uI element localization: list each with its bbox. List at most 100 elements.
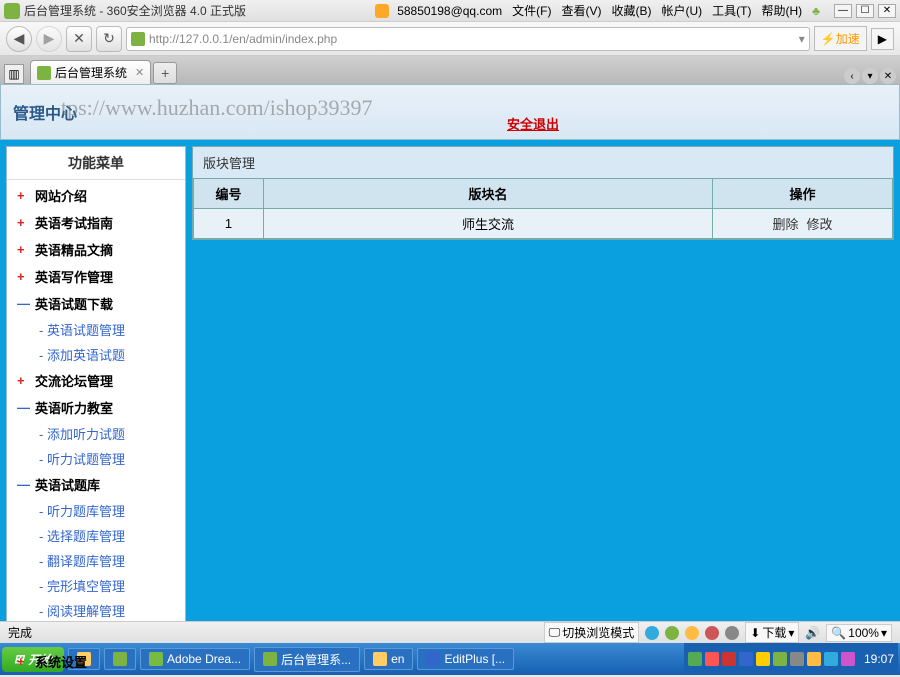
cell-id: 1	[194, 209, 264, 239]
close-button[interactable]: ✕	[878, 4, 896, 18]
sidebar-item[interactable]: + 英语精品文摘	[11, 236, 181, 263]
sidebar-subitem[interactable]: - 完形填空管理	[11, 573, 181, 598]
app-icon	[4, 3, 20, 19]
download-button[interactable]: ⬇ 下载 ▾	[745, 622, 799, 643]
url-input[interactable]	[149, 32, 799, 46]
tray-icon[interactable]	[756, 652, 770, 666]
notify-icon[interactable]: ♣	[808, 2, 824, 20]
menubar: 58850198@qq.com 文件(F) 查看(V) 收藏(B) 帐户(U) …	[375, 0, 896, 21]
menu-favorites[interactable]: 收藏(B)	[607, 0, 655, 21]
popup-icon[interactable]	[685, 626, 699, 640]
sidebar-subitem[interactable]: - 听力题库管理	[11, 498, 181, 523]
edit-link[interactable]: 修改	[807, 217, 833, 232]
chevron-down-icon: ▾	[881, 626, 887, 640]
stop-button[interactable]: ✕	[66, 26, 92, 52]
sidebar-item-label: 英语听力教室	[35, 398, 113, 417]
th-name: 版块名	[264, 179, 713, 209]
data-table: 编号 版块名 操作 1师生交流删除修改	[193, 178, 893, 239]
sidebar-item[interactable]: + 英语考试指南	[11, 209, 181, 236]
task-label: 后台管理系...	[281, 651, 351, 668]
tray-icon[interactable]	[705, 652, 719, 666]
forward-button[interactable]: ▶	[36, 26, 62, 52]
task-label: EditPlus [...	[444, 652, 505, 666]
speed-button[interactable]: ⚡加速	[814, 26, 867, 51]
tray-icon[interactable]	[739, 652, 753, 666]
back-button[interactable]: ◀	[6, 26, 32, 52]
menu-tools[interactable]: 工具(T)	[708, 0, 755, 21]
sidebar-subitem[interactable]: - 英语试题管理	[11, 317, 181, 342]
adblock-icon[interactable]	[705, 626, 719, 640]
sidebar-item[interactable]: —英语试题下载	[11, 290, 181, 317]
delete-link[interactable]: 删除	[772, 217, 798, 232]
task-admin[interactable]: 后台管理系...	[254, 647, 360, 672]
sidebar-item[interactable]: —英语试题库	[11, 471, 181, 498]
sidebar-toggle[interactable]: ▥	[4, 64, 24, 84]
sidebar-subitem[interactable]: - 听力试题管理	[11, 446, 181, 471]
play-button[interactable]: ▶	[871, 28, 894, 50]
collapse-icon: —	[17, 400, 31, 415]
browser-toolbar: ◀ ▶ ✕ ↻ ▾ ⚡加速 ▶	[0, 22, 900, 56]
sidebar-subitem[interactable]: - 阅读理解管理	[11, 598, 181, 623]
menu-file[interactable]: 文件(F)	[508, 0, 555, 21]
clock[interactable]: 19:07	[864, 652, 894, 666]
menu-view[interactable]: 查看(V)	[557, 0, 605, 21]
new-tab-button[interactable]: +	[153, 62, 177, 84]
cell-name: 师生交流	[264, 209, 713, 239]
dropdown-icon[interactable]: ▾	[799, 32, 805, 46]
tray-icon[interactable]	[722, 652, 736, 666]
maximize-button[interactable]: ☐	[856, 4, 874, 18]
sidebar-subitem[interactable]: - 翻译题库管理	[11, 548, 181, 573]
tray-icon[interactable]	[841, 652, 855, 666]
status-text: 完成	[8, 624, 32, 641]
tab-active[interactable]: 后台管理系统 ✕	[30, 60, 151, 84]
sidebar-item[interactable]: +英语写作管理	[11, 263, 181, 290]
engine-icon[interactable]	[645, 626, 659, 640]
tray-icon[interactable]	[773, 652, 787, 666]
sidebar-item-label: 英语试题下载	[35, 294, 113, 313]
expand-icon: +	[17, 242, 31, 257]
zoom-control[interactable]: 🔍 100% ▾	[826, 624, 892, 642]
watermark-text: tps://www.huzhan.com/ishop39397	[61, 95, 372, 121]
tab-title: 后台管理系统	[55, 64, 127, 81]
sidebar-item-label: 英语试题库	[35, 475, 100, 494]
tray-icon[interactable]	[824, 652, 838, 666]
volume-icon[interactable]: 🔊	[805, 626, 820, 640]
expand-icon: +	[17, 188, 31, 203]
shield-icon[interactable]	[665, 626, 679, 640]
sidebar-item[interactable]: — 英语听力教室	[11, 394, 181, 421]
sidebar-item[interactable]: +系统设置	[11, 648, 181, 675]
expand-icon: +	[17, 215, 31, 230]
mode-switch[interactable]: 🖵 切换浏览模式	[544, 622, 640, 643]
sidebar-item-label: 英语精品文摘	[35, 240, 113, 259]
task-folder[interactable]: en	[364, 648, 413, 670]
system-tray: 19:07	[684, 643, 898, 675]
tray-icon[interactable]	[807, 652, 821, 666]
folder-icon	[373, 652, 387, 666]
tab-close-icon[interactable]: ✕	[135, 66, 144, 79]
reload-button[interactable]: ↻	[96, 26, 122, 52]
sidebar-subitem[interactable]: - 添加听力试题	[11, 421, 181, 446]
email-link[interactable]: 58850198@qq.com	[393, 2, 506, 20]
tray-icon[interactable]	[688, 652, 702, 666]
proxy-icon[interactable]	[725, 626, 739, 640]
sidebar-subitem[interactable]: - 选择题库管理	[11, 523, 181, 548]
tray-icon[interactable]	[790, 652, 804, 666]
sidebar-item-label: 英语考试指南	[35, 213, 113, 232]
task-editplus[interactable]: EditPlus [...	[417, 648, 514, 670]
address-bar[interactable]: ▾	[126, 27, 810, 51]
sidebar-item[interactable]: +交流论坛管理	[11, 367, 181, 394]
expand-icon: +	[17, 269, 31, 284]
cell-ops: 删除修改	[713, 209, 893, 239]
tabbar: ▥ 后台管理系统 ✕ + ‹ ▾ ✕	[0, 56, 900, 84]
download-label: 下载	[762, 624, 786, 641]
sidebar-subitem[interactable]: - 添加英语试题	[11, 342, 181, 367]
logout-link[interactable]: 安全退出	[507, 114, 559, 133]
tab-list-button[interactable]: ▾	[862, 68, 878, 84]
tab-scroll-left[interactable]: ‹	[844, 68, 860, 84]
expand-icon: +	[17, 373, 31, 388]
menu-help[interactable]: 帮助(H)	[757, 0, 806, 21]
menu-account[interactable]: 帐户(U)	[657, 0, 706, 21]
sidebar-item[interactable]: +网站介绍	[11, 182, 181, 209]
minimize-button[interactable]: —	[834, 4, 852, 18]
tab-restore-button[interactable]: ✕	[880, 68, 896, 84]
